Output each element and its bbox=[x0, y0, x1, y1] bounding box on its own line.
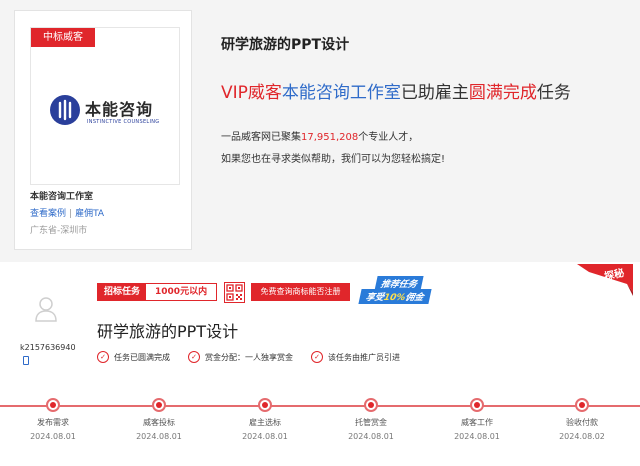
studio-summary-section: 中标威客 本能咨询 INSTINCTIVE COUNSELING 本能咨询工作室… bbox=[0, 0, 640, 262]
task-status-tags: ✓ 任务已圆满完成 ✓ 赏金分配：一人独享赏金 ✓ 该任务由推广员引进 bbox=[97, 351, 418, 363]
project-title: 研学旅游的PPT设计 bbox=[221, 37, 350, 53]
status-tag-label: 任务已圆满完成 bbox=[114, 352, 170, 362]
status-tag-label: 赏金分配：一人独享赏金 bbox=[205, 352, 293, 362]
timeline-step-label: 威客投标 bbox=[143, 418, 175, 427]
studio-location: 广东省-深圳市 bbox=[30, 226, 88, 236]
timeline-step-date: 2024.08.01 bbox=[454, 432, 500, 441]
logo-mark-icon bbox=[50, 95, 80, 125]
completion-headline: VIP威客本能咨询工作室已助雇主圆满完成任务 bbox=[221, 78, 571, 103]
headline-vip: VIP威客 bbox=[221, 83, 282, 103]
timeline-step-date: 2024.08.01 bbox=[242, 432, 288, 441]
timeline-step-date: 2024.08.01 bbox=[136, 432, 182, 441]
timeline-step-date: 2024.08.02 bbox=[559, 432, 605, 441]
timeline-step-date: 2024.08.01 bbox=[30, 432, 76, 441]
timeline-step-label: 托管赏金 bbox=[355, 418, 387, 427]
link-separator: | bbox=[69, 209, 73, 219]
help-line: 如果您也在寻求类似帮助，我们可以为您轻松搞定! bbox=[221, 154, 446, 165]
studio-logo[interactable]: 中标威客 本能咨询 INSTINCTIVE COUNSELING bbox=[30, 27, 180, 185]
username[interactable]: k2157636940 bbox=[20, 343, 76, 352]
timeline-step-label: 验收付款 bbox=[566, 418, 598, 427]
phone-verified-icon bbox=[23, 356, 29, 365]
timeline-dot-icon bbox=[152, 398, 166, 412]
check-circle-icon: ✓ bbox=[188, 351, 200, 363]
winner-tag: 中标威客 bbox=[31, 28, 95, 47]
headline-complete: 圆满完成 bbox=[468, 83, 537, 103]
timeline-dot-icon bbox=[575, 398, 589, 412]
studio-card: 中标威客 本能咨询 INSTINCTIVE COUNSELING 本能咨询工作室… bbox=[14, 10, 192, 250]
timeline-dot-icon bbox=[470, 398, 484, 412]
qr-code-icon[interactable] bbox=[224, 282, 245, 303]
bid-type: 招标任务 bbox=[98, 284, 147, 300]
stats-number: 17,951,208 bbox=[301, 132, 359, 143]
studio-name: 本能咨询工作室 bbox=[30, 192, 94, 202]
promo-suffix: 佣金 bbox=[404, 293, 425, 303]
timeline-step: 威客投标 2024.08.01 bbox=[119, 398, 199, 441]
logo-subtitle: INSTINCTIVE COUNSELING bbox=[87, 119, 160, 125]
timeline-dot-icon bbox=[258, 398, 272, 412]
stats-suffix: 个专业人才， bbox=[358, 132, 419, 143]
task-title: 研学旅游的PPT设计 bbox=[97, 322, 239, 341]
timeline-step-label: 雇主选标 bbox=[249, 418, 281, 427]
timeline-step: 雇主选标 2024.08.01 bbox=[225, 398, 305, 441]
status-tag-label: 该任务由推广员引进 bbox=[328, 352, 400, 362]
timeline-dot-icon bbox=[46, 398, 60, 412]
timeline-step-label: 发布需求 bbox=[37, 418, 69, 427]
headline-mid: 已助雇主 bbox=[400, 83, 469, 103]
timeline-step: 威客工作 2024.08.01 bbox=[437, 398, 517, 441]
timeline-step: 验收付款 2024.08.02 bbox=[542, 398, 622, 441]
timeline-dot-icon bbox=[364, 398, 378, 412]
promo-line2: 享受10%佣金 bbox=[358, 289, 432, 304]
logo-name: 本能咨询 bbox=[85, 100, 154, 119]
check-circle-icon: ✓ bbox=[97, 351, 109, 363]
talent-stats: 一品威客网已聚集17,951,208个专业人才， bbox=[221, 128, 418, 143]
user-avatar-icon[interactable] bbox=[35, 296, 57, 322]
timeline-step-date: 2024.08.01 bbox=[348, 432, 394, 441]
status-tag-completed: ✓ 任务已圆满完成 bbox=[97, 351, 170, 363]
timeline-step: 发布需求 2024.08.01 bbox=[13, 398, 93, 441]
headline-end: 任务 bbox=[536, 83, 571, 103]
recommended-task-badge: 推荐任务 享受10%佣金 bbox=[356, 276, 438, 304]
bid-budget: 1000元以内 bbox=[146, 284, 217, 300]
stats-prefix: 一品威客网已聚集 bbox=[221, 132, 301, 143]
status-tag-promoter: ✓ 该任务由推广员引进 bbox=[311, 351, 400, 363]
status-tag-reward: ✓ 赏金分配：一人独享赏金 bbox=[188, 351, 293, 363]
trademark-check-button[interactable]: 免费查询商标能否注册 bbox=[251, 283, 350, 301]
timeline-step: 托管赏金 2024.08.01 bbox=[331, 398, 411, 441]
timeline-step-label: 威客工作 bbox=[461, 418, 493, 427]
headline-studio: 本能咨询工作室 bbox=[281, 83, 401, 103]
studio-links: 查看案例 | 雇佣TA bbox=[30, 206, 104, 219]
hire-link[interactable]: 雇佣TA bbox=[75, 209, 104, 219]
bid-badge: 招标任务 1000元以内 bbox=[97, 283, 218, 301]
check-circle-icon: ✓ bbox=[311, 351, 323, 363]
view-cases-link[interactable]: 查看案例 bbox=[30, 209, 66, 219]
promo-percent: 10% bbox=[382, 293, 407, 303]
